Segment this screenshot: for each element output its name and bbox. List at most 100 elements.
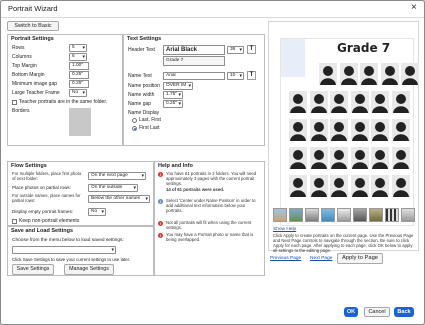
multi-folder-select[interactable]: On the next page <box>88 172 146 180</box>
name-font-icon[interactable]: T <box>247 71 256 80</box>
large-teacher-select[interactable]: No <box>69 89 87 97</box>
min-gap-label: Minimum image gap <box>12 81 58 87</box>
next-page-link[interactable]: Next Page <box>310 256 332 261</box>
portrait-frame <box>330 175 348 197</box>
header-font-input[interactable]: Arial Black <box>163 45 225 55</box>
preview-title: Grade 7 <box>337 41 391 55</box>
multi-folder-label: For multiple folders, place first photo … <box>12 171 82 181</box>
first-last-radio[interactable] <box>132 126 137 131</box>
portrait-frame <box>371 91 389 113</box>
name-text-label: Name Text <box>128 73 152 79</box>
portrait-frame <box>391 175 410 197</box>
bottom-margin-input[interactable]: 0.25" <box>69 71 89 79</box>
switch-to-basic-button[interactable]: Switch to Basic <box>7 21 59 31</box>
portrait-frame <box>401 63 419 85</box>
info-icon: ! <box>158 199 163 204</box>
thumbnail-strip <box>273 208 415 224</box>
window-title: Portrait Wizard <box>8 4 58 13</box>
thumbnail[interactable] <box>337 208 351 222</box>
outside-names-select[interactable]: Below the other names <box>88 195 150 203</box>
portrait-frame <box>330 147 348 169</box>
cancel-button[interactable]: Cancel <box>364 307 390 317</box>
name-size-select[interactable]: 10 <box>227 72 244 80</box>
thumbnail[interactable] <box>369 208 383 222</box>
thumbnail[interactable] <box>353 208 367 222</box>
name-width-label: Name width <box>128 92 155 98</box>
manage-settings-button[interactable]: Manage Settings <box>64 264 114 275</box>
thumbnail[interactable] <box>321 208 335 222</box>
name-position-select[interactable]: OVER IM <box>163 82 193 90</box>
help-item-text: Not all portraits will fit when using th… <box>166 220 252 230</box>
portrait-frame <box>309 119 328 141</box>
thumbnail[interactable] <box>273 208 287 222</box>
choose-settings-label: Choose from the menu below to load saved… <box>12 238 124 243</box>
close-icon[interactable]: × <box>411 2 417 14</box>
text-settings-panel: Text Settings Header Text Arial Black 36… <box>123 34 265 146</box>
top-margin-label: Top Margin <box>12 63 37 69</box>
header-size-select[interactable]: 36 <box>227 46 244 54</box>
help-info-header: Help and Info <box>158 163 193 169</box>
portrait-frame <box>391 147 410 169</box>
keep-non-portrait-checkbox[interactable] <box>12 219 17 224</box>
info-icon: ! <box>158 172 163 177</box>
portrait-frame <box>289 175 307 197</box>
portrait-settings-panel: Portrait Settings Rows 5 Columns 6 Top M… <box>7 34 123 146</box>
save-load-header: Save and Load Settings <box>11 228 74 234</box>
min-gap-input[interactable]: 0.25" <box>69 80 89 88</box>
portrait-frame <box>371 175 389 197</box>
portrait-frame <box>371 119 389 141</box>
columns-label: Columns <box>12 54 32 60</box>
portrait-frame <box>350 91 369 113</box>
portrait-frame <box>350 147 369 169</box>
load-settings-select[interactable] <box>12 246 116 254</box>
header-font-icon[interactable]: T <box>247 45 256 54</box>
apply-to-page-button[interactable]: Apply to Page <box>337 253 383 264</box>
portrait-frame <box>289 147 307 169</box>
large-teacher-label: Large Teacher Frame <box>12 90 60 96</box>
title-bar: Portrait Wizard × <box>1 1 424 18</box>
partial-rows-label: Place photos on partial rows: <box>12 185 71 190</box>
teacher-same-folder-checkbox[interactable] <box>12 100 17 105</box>
portrait-frame <box>309 91 328 113</box>
save-settings-button[interactable]: Save Settings <box>12 264 54 275</box>
name-position-label: Name position <box>128 83 160 89</box>
portrait-frame <box>391 119 410 141</box>
thumbnail[interactable] <box>385 208 399 222</box>
teacher-same-folder-label: Teacher portraits are in the same folder… <box>19 99 108 105</box>
portrait-frame <box>380 63 399 85</box>
last-first-label: Last, First <box>139 117 161 123</box>
outside-names-label: For outside names, place names for parti… <box>12 193 81 203</box>
rows-select[interactable]: 5 <box>69 44 87 52</box>
warning-icon: ! <box>158 221 163 226</box>
border-swatch[interactable] <box>69 108 91 136</box>
name-width-select[interactable]: 1.75" <box>163 91 183 99</box>
top-margin-input[interactable]: 1.00" <box>69 62 89 70</box>
previous-page-link[interactable]: Previous Page <box>270 256 301 261</box>
thumbnail[interactable] <box>401 208 415 222</box>
name-gap-select[interactable]: 0.25" <box>163 100 183 108</box>
name-font-input[interactable]: Arial <box>163 72 225 80</box>
portrait-frame <box>360 63 378 85</box>
portrait-frame <box>309 175 328 197</box>
help-info-panel: Help and Info ! You have 61 portraits in … <box>154 161 265 276</box>
portrait-frame <box>371 147 389 169</box>
help-item-text: You have 61 portraits in 2 folders. You … <box>166 171 257 186</box>
save-help-label: Click Save Settings to save your current… <box>12 257 131 262</box>
portrait-frame <box>350 175 369 197</box>
ok-button[interactable]: OK <box>344 307 358 317</box>
bottom-margin-label: Bottom Margin <box>12 72 45 78</box>
thumbnail[interactable] <box>305 208 319 222</box>
back-button[interactable]: Back <box>394 307 414 317</box>
preview-panel: Grade 7 Show Help Click Apply to create … <box>268 21 419 253</box>
help-item-text: You may have a Portrait photo or name th… <box>166 232 254 242</box>
partial-rows-select[interactable]: On the outside <box>88 184 138 192</box>
last-first-radio[interactable] <box>132 118 137 123</box>
show-help-link[interactable]: Show Help <box>273 227 296 232</box>
flow-settings-header: Flow Settings <box>11 163 47 169</box>
save-load-panel: Save and Load Settings Choose from the m… <box>7 226 154 276</box>
thumbnail[interactable] <box>289 208 303 222</box>
text-settings-header: Text Settings <box>127 36 162 42</box>
columns-select[interactable]: 6 <box>69 53 87 61</box>
header-value-input[interactable]: Grade 7 <box>163 56 225 66</box>
display-empty-select[interactable]: No <box>88 208 106 216</box>
